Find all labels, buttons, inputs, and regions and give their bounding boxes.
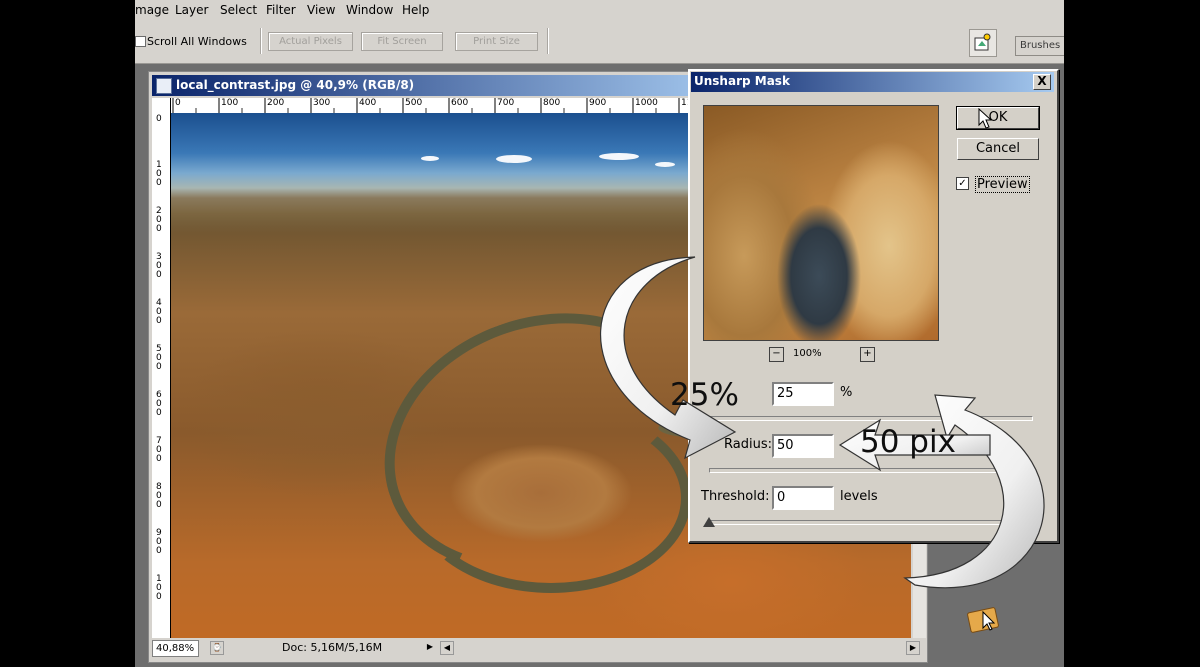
bridge-launcher-icon[interactable] (967, 600, 1003, 636)
cursor-icon (978, 108, 993, 129)
amount-callout-label: 25% (670, 377, 739, 413)
annotation-arrows (600, 256, 1045, 589)
photoshop-screen: mage Layer Select Filter View Window Hel… (135, 0, 1064, 667)
radius-callout-label: 50 pix (860, 424, 956, 460)
amount-callout-arrow (600, 256, 737, 460)
